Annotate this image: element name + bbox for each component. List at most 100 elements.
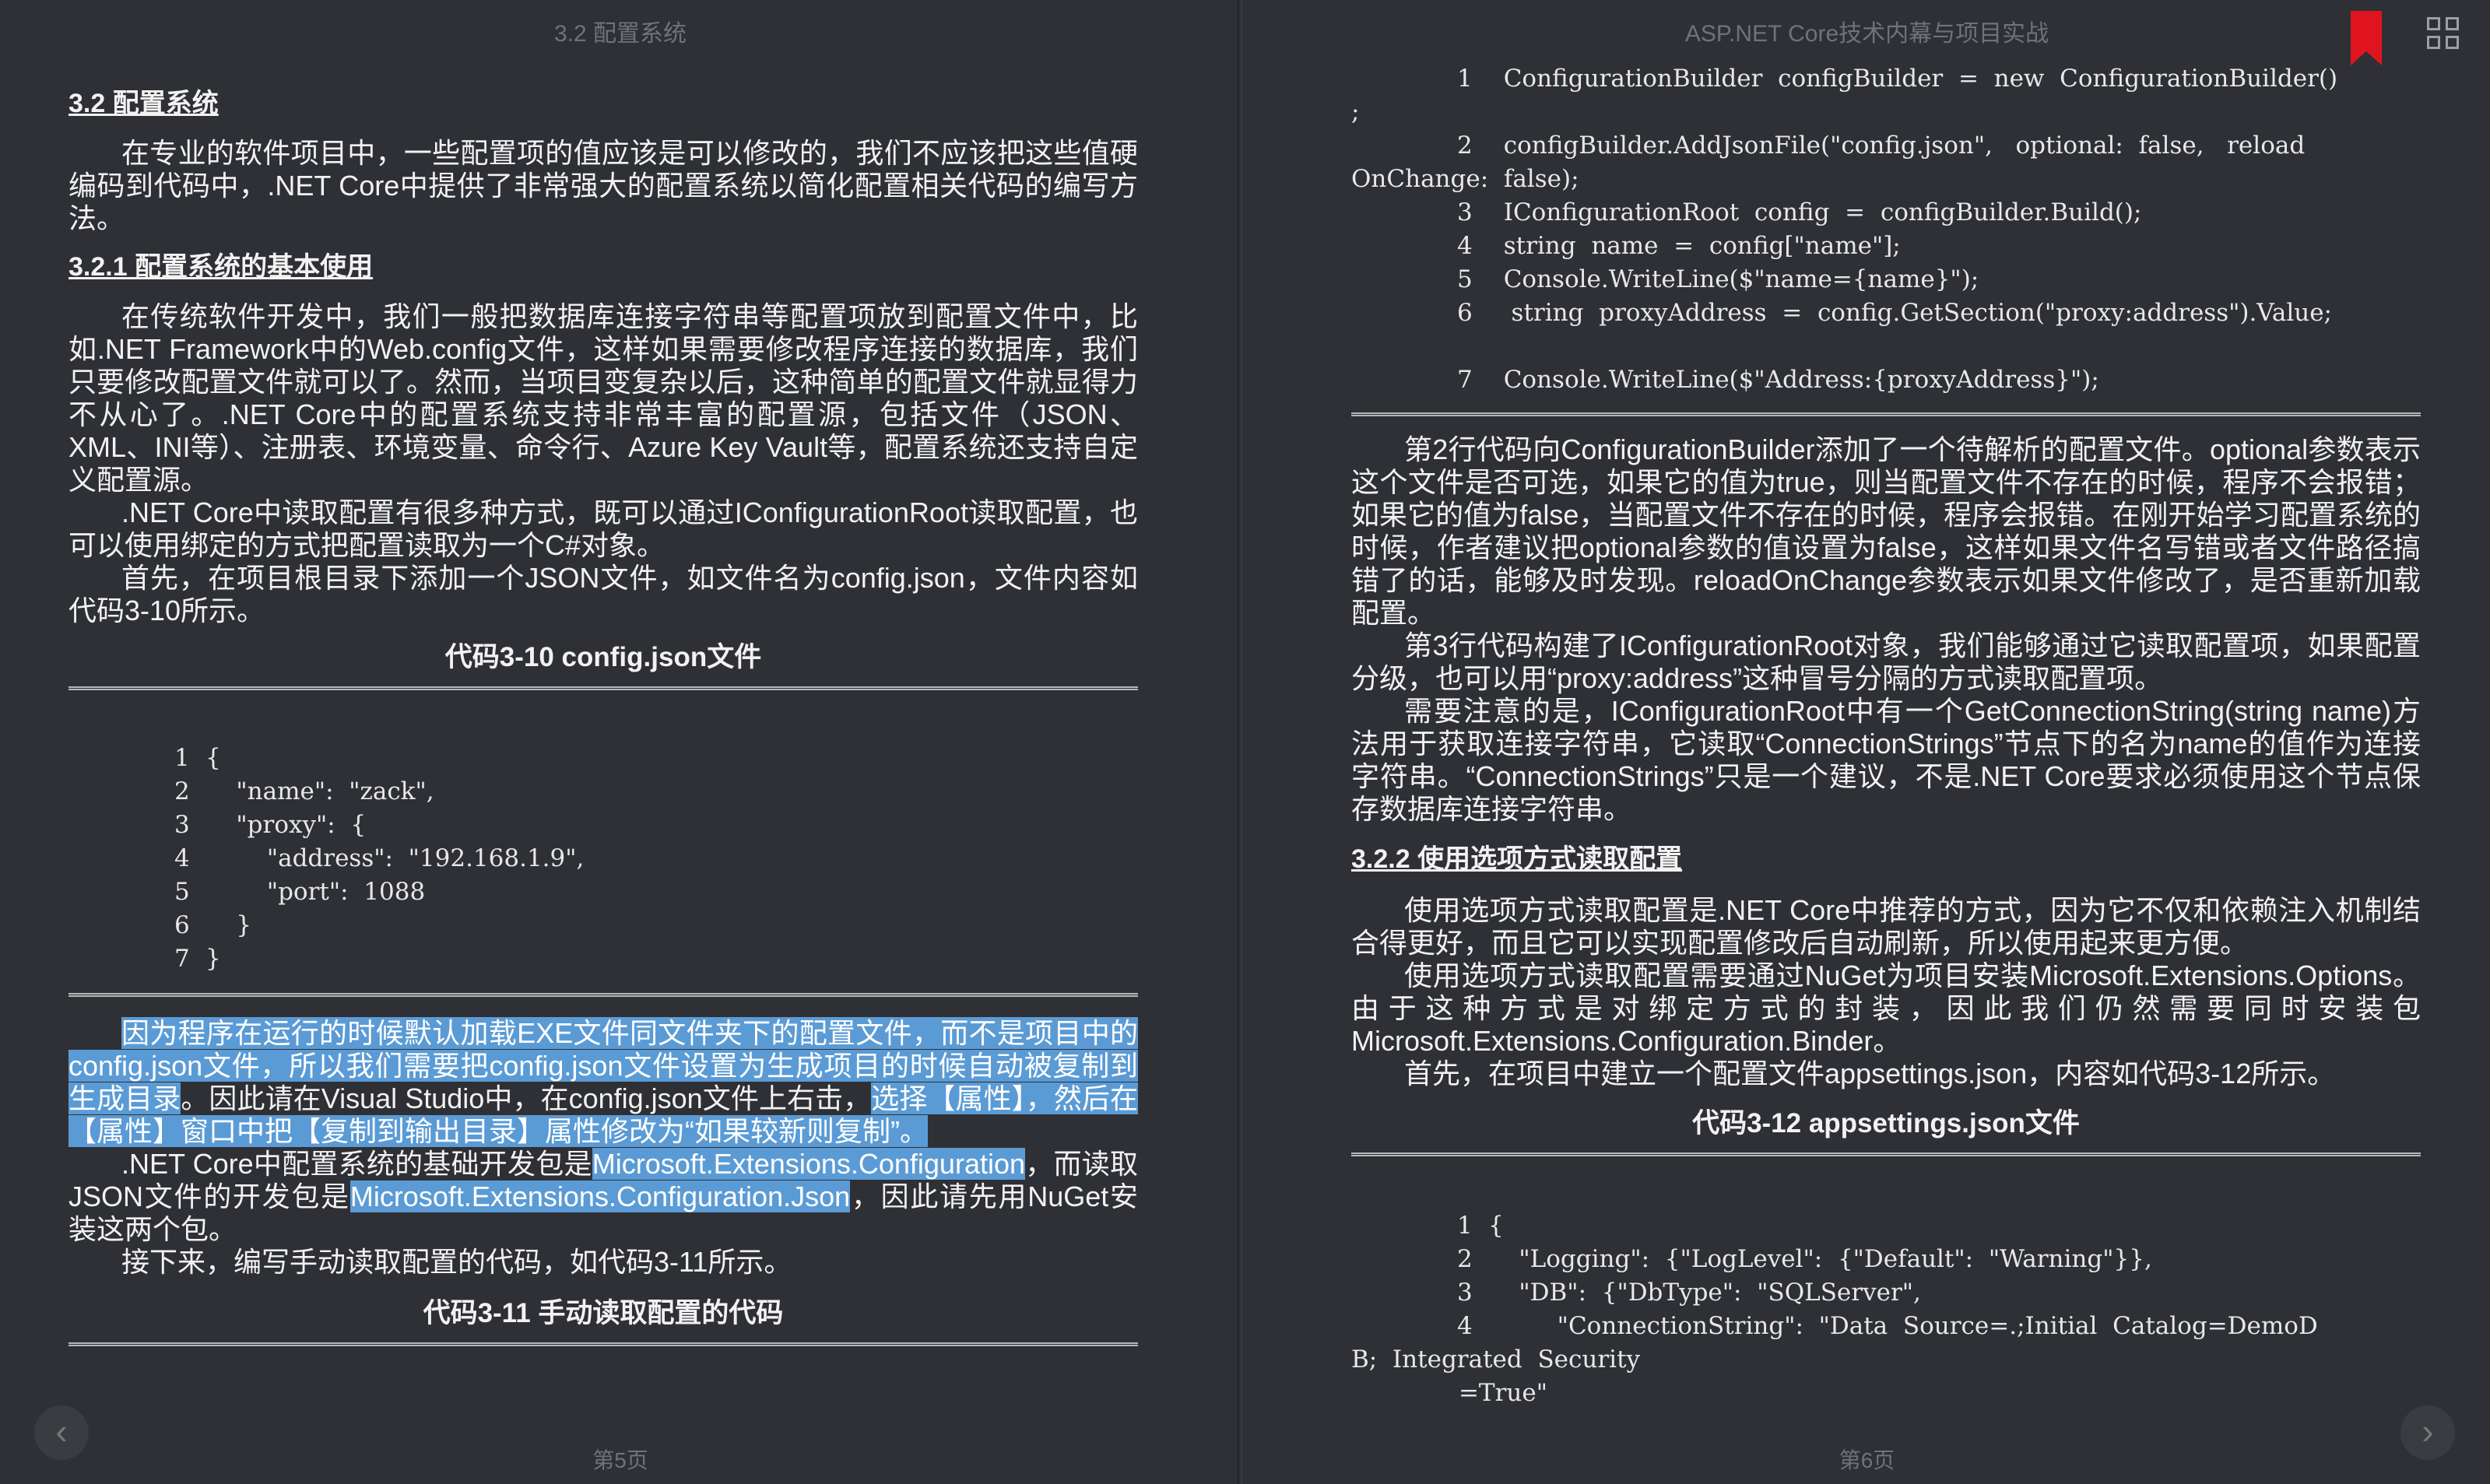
line-number: 4	[174, 844, 190, 872]
code-text: "port": 1088	[205, 878, 426, 906]
line-number: 4	[1457, 232, 1473, 260]
code-line: 1{	[1457, 1209, 2421, 1243]
code-line: 6 }	[174, 909, 1138, 942]
code-line: 5 "port": 1088	[174, 875, 1138, 909]
page-number: 第6页	[1839, 1448, 1895, 1472]
right-page: ASP.NET Core技术内幕与项目实战 1 ConfigurationBui…	[1244, 0, 2490, 1484]
line-number: 5	[174, 878, 190, 906]
code-text: {	[1488, 1212, 1504, 1240]
paragraph: 需要注意的是，IConfigurationRoot中有一个GetConnecti…	[1351, 695, 2421, 825]
code-line: 1 ConfigurationBuilder configBuilder = n…	[1457, 62, 2421, 96]
divider	[68, 993, 1138, 998]
code-text: OnChange: false);	[1351, 165, 1579, 193]
code-line: 2 "Logging": {"LogLevel": {"Default": "W…	[1457, 1243, 2421, 1276]
divider	[1351, 412, 2421, 418]
paragraph: 在专业的软件项目中，一些配置项的值应该是可以修改的，我们不应该把这些值硬编码到代…	[68, 137, 1138, 234]
paragraph-text: .NET Core中配置系统的基础开发包是	[121, 1148, 592, 1180]
line-number: 3	[1457, 198, 1473, 226]
left-page: 3.2 配置系统 3.2 配置系统 在专业的软件项目中，一些配置项的值应该是可以…	[0, 0, 1241, 1484]
code-caption: 代码3-12 appsettings.json文件	[1692, 1108, 2080, 1138]
code-line: =True"	[1457, 1377, 2421, 1410]
code-line: 3 IConfigurationRoot config = configBuil…	[1457, 196, 2421, 230]
divider	[68, 686, 1138, 692]
text-selection[interactable]: Microsoft.Extensions.Configuration.Json	[349, 1181, 851, 1212]
divider	[68, 1342, 1138, 1348]
code-text: Console.WriteLine($"Address:{proxyAddres…	[1488, 366, 2099, 394]
grid-view-icon[interactable]	[2427, 17, 2461, 51]
section-heading: 3.2 配置系统	[68, 89, 219, 118]
code-text: ConfigurationBuilder configBuilder = new…	[1488, 65, 2338, 93]
code-text: "ConnectionString": "Data Source=.;Initi…	[1488, 1312, 2318, 1340]
line-number: 1	[1457, 1212, 1473, 1240]
code-text: string name = config["name"];	[1488, 232, 1901, 260]
paragraph: 首先，在项目中建立一个配置文件appsettings.json，内容如代码3-1…	[1404, 1058, 2336, 1089]
section-heading: 3.2.1 配置系统的基本使用	[68, 252, 374, 282]
code-text: configBuilder.AddJsonFile("config.json",…	[1488, 132, 2306, 160]
code-line: ;	[1351, 96, 2421, 129]
line-number: 2	[1457, 1245, 1473, 1273]
line-number: 7	[1457, 366, 1473, 394]
line-number: 5	[1457, 265, 1473, 293]
line-number: 6	[1457, 299, 1473, 327]
paragraph: 在传统软件开发中，我们一般把数据库连接字符串等配置项放到配置文件中，比如.NET…	[68, 300, 1138, 496]
code-line: 7 Console.WriteLine($"Address:{proxyAddr…	[1457, 363, 2421, 397]
line-number: 7	[174, 945, 190, 973]
paragraph: .NET Core中读取配置有很多种方式，既可以通过IConfiguration…	[68, 496, 1138, 561]
paragraph: 使用选项方式读取配置需要通过NuGet为项目安装Microsoft.Extens…	[1351, 960, 2421, 1057]
line-number: 1	[1457, 65, 1473, 93]
code-line: 2 "name": "zack",	[174, 775, 1138, 809]
divider	[1351, 1152, 2421, 1158]
line-number: 3	[174, 811, 190, 839]
code-line: 6 string proxyAddress = config.GetSectio…	[1457, 296, 2421, 330]
line-number: 4	[1457, 1312, 1473, 1340]
code-text: =True"	[1351, 1379, 1547, 1407]
paragraph-selected: 因为程序在运行的时候默认加载EXE文件同文件夹下的配置文件，而不是项目中的con…	[68, 1017, 1138, 1148]
code-text: "Logging": {"LogLevel": {"Default": "War…	[1488, 1245, 2152, 1273]
code-block: 1{2 "name": "zack", 3 "proxy": {4 "addres…	[68, 742, 1138, 976]
right-content: 1 ConfigurationBuilder configBuilder = n…	[1351, 62, 2421, 1410]
code-line: OnChange: false);	[1351, 163, 2421, 196]
line-number: 2	[1457, 132, 1473, 160]
code-line: 4 string name = config["name"];	[1457, 230, 2421, 263]
code-caption: 代码3-10 config.json文件	[444, 642, 762, 672]
code-text: "DB": {"DbType": "SQLServer",	[1488, 1279, 1921, 1307]
code-line: 5 Console.WriteLine($"name={name}");	[1457, 263, 2421, 296]
text-selection[interactable]: Microsoft.Extensions.Configuration	[592, 1148, 1026, 1180]
code-caption: 代码3-11 手动读取配置的代码	[423, 1298, 784, 1328]
code-text: B; Integrated Security	[1351, 1345, 1641, 1373]
line-number: 3	[1457, 1279, 1473, 1307]
code-text: }	[205, 945, 221, 973]
section-heading: 3.2.2 使用选项方式读取配置	[1351, 844, 1683, 874]
code-block: 1{2 "Logging": {"LogLevel": {"Default": …	[1351, 1209, 2421, 1410]
bookmark-icon[interactable]	[2351, 11, 2382, 65]
code-text: string proxyAddress = config.GetSection(…	[1488, 299, 2333, 327]
code-text: {	[205, 744, 221, 772]
code-text: "name": "zack",	[205, 777, 434, 805]
code-text: Console.WriteLine($"name={name}");	[1488, 265, 1979, 293]
paragraph: 接下来，编写手动读取配置的代码，如代码3-11所示。	[121, 1246, 792, 1278]
paragraph: .NET Core中配置系统的基础开发包是Microsoft.Extension…	[68, 1148, 1138, 1246]
paragraph: 第2行代码向ConfigurationBuilder添加了一个待解析的配置文件。…	[1351, 433, 2421, 629]
code-line: 3 "DB": {"DbType": "SQLServer",	[1457, 1276, 2421, 1310]
code-line: B; Integrated Security	[1351, 1343, 2421, 1377]
line-number: 6	[174, 911, 190, 939]
line-number: 1	[174, 744, 190, 772]
code-line: 4 "ConnectionString": "Data Source=.;Ini…	[1457, 1310, 2421, 1343]
page-number: 第5页	[592, 1448, 648, 1472]
running-head: ASP.NET Core技术内幕与项目实战	[1684, 21, 2049, 47]
paragraph: 使用选项方式读取配置是.NET Core中推荐的方式，因为它不仅和依赖注入机制结…	[1351, 894, 2421, 959]
code-line: 2 configBuilder.AddJsonFile("config.json…	[1457, 129, 2421, 163]
paragraph: 第3行代码构建了IConfigurationRoot对象，我们能够通过它读取配置…	[1351, 630, 2421, 694]
code-block: 1 ConfigurationBuilder configBuilder = n…	[1351, 62, 2421, 397]
code-line: 1{	[174, 742, 1138, 775]
code-text: "address": "192.168.1.9",	[205, 844, 585, 872]
code-text: IConfigurationRoot config = configBuilde…	[1488, 198, 2142, 226]
paragraph: 首先，在项目根目录下添加一个JSON文件，如文件名为config.json，文件…	[68, 562, 1138, 626]
line-number: 2	[174, 777, 190, 805]
code-text: "proxy": {	[205, 811, 367, 839]
left-content: 3.2 配置系统 在专业的软件项目中，一些配置项的值应该是可以修改的，我们不应该…	[68, 87, 1138, 1348]
code-line: 7}	[174, 942, 1138, 976]
code-text: }	[205, 911, 252, 939]
paragraph-text: 。因此请在Visual Studio中，在config.json文件上右击，	[181, 1082, 872, 1114]
code-line: 4 "address": "192.168.1.9",	[174, 842, 1138, 875]
